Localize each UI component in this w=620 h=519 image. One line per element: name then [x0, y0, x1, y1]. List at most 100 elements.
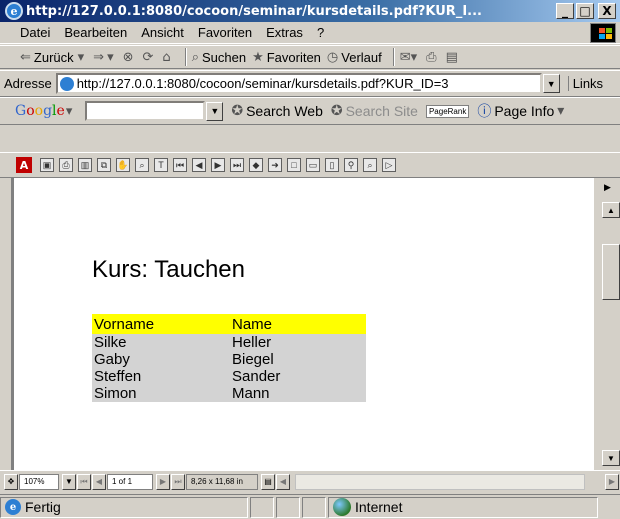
back-button[interactable]: ⇐ Zurück ▾: [20, 50, 87, 65]
forward-button[interactable]: ⇒ ▾: [93, 50, 116, 65]
navigation-pane-icon[interactable]: ▥: [78, 158, 92, 172]
menu-datei[interactable]: Datei: [20, 25, 50, 40]
address-label: Adresse: [4, 76, 52, 91]
search-label: Suchen: [201, 49, 247, 65]
print-button[interactable]: ⎙: [426, 50, 439, 65]
actual-size-icon[interactable]: □: [287, 158, 301, 172]
vertical-scrollbar[interactable]: ▶ ▲ ▼: [594, 178, 620, 470]
first-page-button[interactable]: ⏮: [77, 473, 91, 490]
minimize-button[interactable]: _: [556, 3, 574, 19]
cell-vorname: Silke: [92, 334, 230, 351]
zoom-field[interactable]: 107%: [19, 473, 59, 490]
menu-bar: Datei Bearbeiten Ansicht Favoriten Extra…: [0, 22, 620, 44]
status-text-cell: e Fertig: [0, 496, 248, 518]
links-button[interactable]: Links: [567, 76, 603, 91]
copy-icon[interactable]: ⧉: [97, 158, 111, 172]
page-layout-button[interactable]: ▤: [261, 473, 275, 490]
maximize-button[interactable]: □: [576, 3, 594, 19]
google-search-dropdown[interactable]: ▼: [206, 101, 224, 121]
status-text: Fertig: [25, 499, 61, 515]
history-button[interactable]: ◷ Verlauf: [327, 50, 382, 65]
back-arrow-icon: ⇐: [20, 49, 31, 65]
mail-icon: ✉▾: [399, 49, 418, 65]
favorites-button[interactable]: ★ Favoriten: [252, 50, 321, 65]
fit-page-icon[interactable]: ▭: [306, 158, 320, 172]
next-page-icon[interactable]: ▶: [211, 158, 225, 172]
cell-name: Sander: [230, 368, 366, 385]
page-info-label: Page Info: [494, 103, 555, 119]
chevron-down-icon[interactable]: ▾: [66, 104, 73, 119]
separator: [392, 48, 395, 66]
search-web-label: Search Web: [246, 103, 323, 119]
scroll-left-button[interactable]: ◀: [276, 473, 290, 490]
search-site-icon: ✪: [330, 103, 343, 119]
acrobat-icon[interactable]: A: [16, 157, 32, 173]
first-page-icon[interactable]: ⏮: [173, 158, 187, 172]
menu-favoriten[interactable]: Favoriten: [198, 25, 252, 40]
menu-bearbeiten[interactable]: Bearbeiten: [64, 25, 127, 40]
last-page-icon[interactable]: ⏭: [230, 158, 244, 172]
find-icon[interactable]: ⚲: [344, 158, 358, 172]
menu-ansicht[interactable]: Ansicht: [141, 25, 184, 40]
scroll-down-button[interactable]: ▼: [602, 450, 620, 466]
cell-name: Mann: [230, 385, 366, 402]
save-icon[interactable]: ▣: [40, 158, 54, 172]
title-bar: e http://127.0.0.1:8080/cocoon/seminar/k…: [0, 0, 620, 22]
page-info-button[interactable]: ⓘ Page Info ▾: [477, 101, 567, 121]
edit-button[interactable]: ▤: [446, 50, 461, 65]
search-web-button[interactable]: ✪ Search Web: [231, 103, 323, 119]
next-page-button[interactable]: ▶: [156, 473, 170, 490]
stop-icon: ⊗: [122, 49, 134, 65]
search-button[interactable]: ⌕ Suchen: [192, 50, 246, 65]
address-dropdown-button[interactable]: ▼: [542, 74, 560, 93]
pagerank-indicator[interactable]: PageRank: [425, 104, 470, 118]
menu-help[interactable]: ?: [317, 25, 324, 40]
last-page-button[interactable]: ⏭: [171, 473, 185, 490]
pdf-page: Kurs: Tauchen Vorname Name Silke Heller G…: [12, 178, 594, 470]
participants-table: Vorname Name Silke Heller Gaby Biegel Stef…: [92, 314, 366, 402]
hand-tool-icon[interactable]: ✋: [116, 158, 130, 172]
pdf-page-content: Kurs: Tauchen Vorname Name Silke Heller G…: [14, 178, 594, 470]
article-icon[interactable]: ▷: [382, 158, 396, 172]
refresh-button[interactable]: ⟳: [143, 50, 157, 65]
previous-page-button[interactable]: ◀: [92, 473, 106, 490]
search-icon[interactable]: ⌕: [363, 158, 377, 172]
address-input[interactable]: http://127.0.0.1:8080/cocoon/seminar/kur…: [55, 73, 542, 94]
search-site-label: Search Site: [345, 103, 418, 119]
scroll-right-button[interactable]: ▶: [605, 473, 619, 490]
search-site-button[interactable]: ✪ Search Site: [331, 103, 418, 119]
page-number-field[interactable]: 1 of 1: [107, 473, 153, 490]
cell-name: Biegel: [230, 351, 366, 368]
google-logo[interactable]: Google: [15, 103, 65, 119]
scroll-thumb[interactable]: [602, 244, 620, 300]
fit-width-icon[interactable]: ▯: [325, 158, 339, 172]
go-back-icon[interactable]: ◆: [249, 158, 263, 172]
home-button[interactable]: ⌂: [162, 50, 173, 65]
zone-text: Internet: [355, 499, 403, 515]
zoom-dropdown-button[interactable]: ▼: [62, 473, 76, 490]
zoom-tool-icon[interactable]: ⌕: [135, 158, 149, 172]
google-search-input[interactable]: [85, 101, 206, 121]
table-row: Simon Mann: [92, 385, 366, 402]
expand-right-icon[interactable]: ▶: [604, 182, 611, 193]
mail-button[interactable]: ✉▾: [400, 50, 420, 65]
stop-button[interactable]: ⊗: [123, 50, 137, 65]
page-size-display: 8,26 x 11,68 in: [186, 473, 258, 490]
history-icon: ◷: [326, 49, 339, 65]
go-forward-icon[interactable]: ➜: [268, 158, 282, 172]
menu-extras[interactable]: Extras: [266, 25, 303, 40]
table-row: Gaby Biegel: [92, 351, 366, 368]
move-icon[interactable]: ✥: [4, 473, 18, 490]
standard-toolbar: ⇐ Zurück ▾ ⇒ ▾ ⊗ ⟳ ⌂ ⌕ Suchen ★ Favoriten ◷ Ve…: [0, 45, 620, 69]
separator: [184, 48, 187, 66]
close-button[interactable]: X: [598, 3, 616, 19]
cell-vorname: Steffen: [92, 368, 230, 385]
search-icon: ⌕: [191, 49, 199, 65]
previous-page-icon[interactable]: ◀: [192, 158, 206, 172]
zone-cell: Internet: [328, 496, 598, 518]
print-icon[interactable]: ⎙: [59, 158, 73, 172]
text-select-icon[interactable]: T: [154, 158, 168, 172]
scroll-up-button[interactable]: ▲: [602, 202, 620, 218]
horizontal-scrollbar[interactable]: [295, 473, 585, 490]
chevron-down-icon: ▾: [77, 49, 85, 65]
